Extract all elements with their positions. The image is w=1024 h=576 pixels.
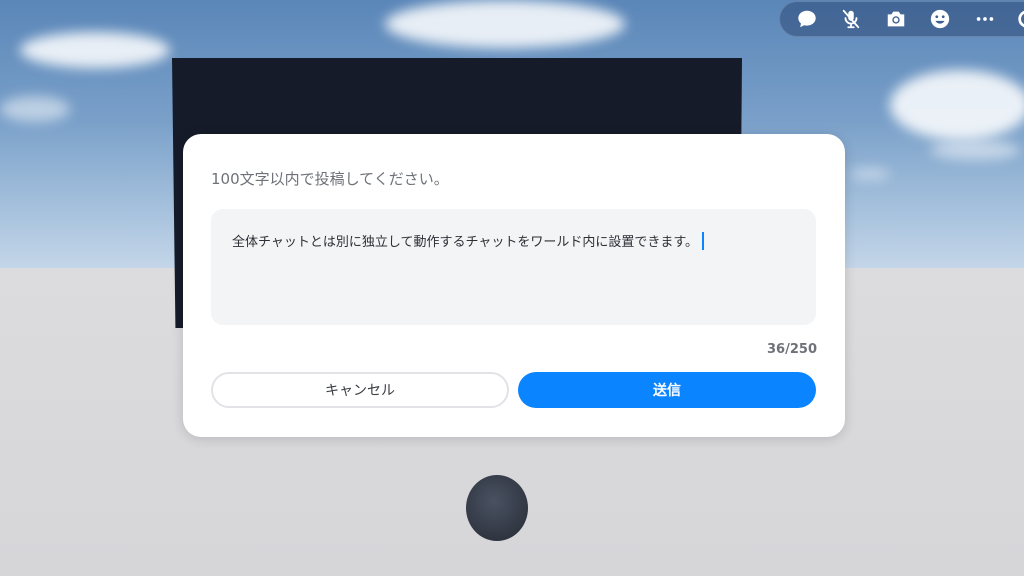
post-dialog: 100文字以内で投稿してください。 全体チャットとは別に独立して動作するチャット… <box>183 134 845 437</box>
dialog-prompt: 100文字以内で投稿してください。 <box>211 170 449 188</box>
character-counter: 36/250 <box>767 342 817 357</box>
emoji-icon[interactable] <box>929 8 951 30</box>
chat-bubble-icon[interactable] <box>796 8 818 30</box>
send-button[interactable]: 送信 <box>518 372 816 408</box>
cancel-button[interactable]: キャンセル <box>211 372 509 408</box>
text-caret <box>702 232 705 250</box>
camera-icon[interactable] <box>885 8 907 30</box>
avatar-sphere <box>466 475 528 541</box>
more-icon[interactable] <box>974 8 996 30</box>
partial-icon[interactable] <box>1016 8 1024 30</box>
message-input[interactable]: 全体チャットとは別に独立して動作するチャットをワールド内に設置できます。 <box>211 209 816 325</box>
world-view: 100文字以内で投稿してください。 全体チャットとは別に独立して動作するチャット… <box>0 0 1024 576</box>
mic-muted-icon[interactable] <box>840 8 862 30</box>
message-input-value: 全体チャットとは別に独立して動作するチャットをワールド内に設置できます。 <box>232 235 699 250</box>
top-toolbar <box>779 1 1024 37</box>
message-input-text: 全体チャットとは別に独立して動作するチャットをワールド内に設置できます。 <box>232 231 705 250</box>
